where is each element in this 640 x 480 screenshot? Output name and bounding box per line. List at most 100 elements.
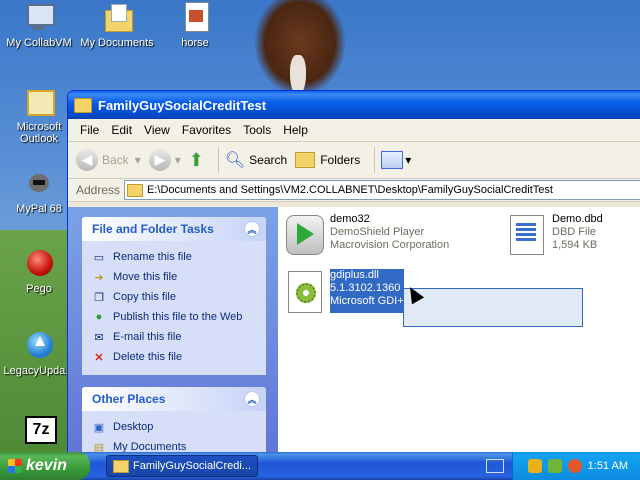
up-folder-button[interactable]: ⬆	[189, 150, 204, 171]
selection-rectangle	[403, 288, 583, 327]
dbd-file-icon	[506, 213, 546, 257]
collapse-chevron-icon[interactable]: ︽	[244, 391, 260, 407]
desktop-icon-my-documents[interactable]: My Documents	[78, 2, 156, 49]
update-globe-icon	[23, 330, 55, 362]
desktop-icon-my-collabvm[interactable]: My CollabVM	[0, 2, 78, 49]
task-label: Move this file	[113, 271, 178, 283]
up-folder-icon: ⬆	[188, 149, 204, 170]
file-item-gdiplus[interactable]: gdiplus.dll 5.1.3102.1360 Microsoft GDI+	[284, 269, 404, 313]
toolbar-separator	[374, 147, 376, 173]
copy-icon: ❐	[94, 291, 104, 304]
panel-body: ▭ Rename this file ➜ Move this file ❐ Co…	[82, 241, 266, 375]
desktop-icon-label: My CollabVM	[6, 37, 72, 49]
place-desktop[interactable]: ▣ Desktop	[92, 417, 258, 437]
file-details: Demo.dbd DBD File 1,594 KB	[552, 213, 603, 257]
forward-button[interactable]: ▶ ▾	[148, 149, 181, 171]
rename-icon: ▭	[93, 251, 105, 264]
task-move[interactable]: ➜ Move this file	[92, 267, 258, 287]
menu-file[interactable]: File	[74, 123, 105, 137]
menu-help[interactable]: Help	[277, 123, 314, 137]
address-input[interactable]: E:\Documents and Settings\VM2.COLLABNET\…	[124, 180, 640, 200]
raccoon-icon	[23, 168, 55, 200]
task-pane: File and Folder Tasks ︽ ▭ Rename this fi…	[68, 207, 278, 453]
desktop-icon: ▣	[93, 421, 105, 434]
address-label: Address	[76, 183, 121, 197]
task-email[interactable]: ✉ E-mail this file	[92, 327, 258, 347]
file-type: DemoShield Player	[330, 226, 425, 238]
file-type: DBD File	[552, 226, 597, 238]
start-label: kevin	[26, 457, 67, 474]
task-rename[interactable]: ▭ Rename this file	[92, 247, 258, 267]
search-button[interactable]: 🔍︎ Search	[225, 150, 287, 170]
menu-tools[interactable]: Tools	[237, 123, 277, 137]
task-publish[interactable]: ● Publish this file to the Web	[92, 307, 258, 327]
desktop-icon-label: horse	[181, 37, 209, 49]
back-button[interactable]: ◀ Back ▾	[76, 149, 141, 171]
file-company: Macrovision Corporation	[330, 239, 450, 251]
views-button[interactable]: ▾	[381, 151, 411, 169]
task-label: Copy this file	[113, 291, 176, 303]
forward-arrow-icon: ▶	[148, 149, 171, 171]
folders-button[interactable]: Folders	[295, 152, 360, 168]
file-name: demo32	[330, 213, 370, 225]
place-label: Desktop	[113, 421, 154, 433]
menu-edit[interactable]: Edit	[105, 123, 138, 137]
network-icon[interactable]	[547, 459, 562, 473]
search-label: Search	[249, 153, 288, 167]
panel-header[interactable]: File and Folder Tasks ︽	[82, 217, 266, 241]
windows-logo-icon	[8, 459, 22, 473]
file-folder-tasks-panel: File and Folder Tasks ︽ ▭ Rename this fi…	[82, 217, 266, 375]
task-label: Rename this file	[113, 251, 192, 263]
system-tray: 1:51 AM	[512, 452, 640, 480]
desktop-icon-horse[interactable]: horse	[156, 2, 234, 49]
wallpaper-horse-blaze	[290, 55, 306, 95]
7z-icon: 7z	[23, 414, 57, 446]
taskbar: kevin FamilyGuySocialCredi... 1:51 AM	[0, 452, 640, 480]
toolbar: ◀ Back ▾ ▶ ▾ ⬆ 🔍︎ Search Folders ▾	[68, 142, 640, 179]
taskbar-window-label: FamilyGuySocialCredi...	[133, 460, 251, 472]
address-bar: Address E:\Documents and Settings\VM2.CO…	[68, 179, 640, 202]
dll-gear-icon	[284, 269, 324, 313]
file-details: gdiplus.dll 5.1.3102.1360 Microsoft GDI+	[330, 269, 404, 313]
chevron-down-icon: ▾	[134, 153, 141, 167]
explorer-window: FamilyGuySocialCreditTest File Edit View…	[67, 90, 640, 454]
toolbar-separator	[217, 147, 219, 173]
address-text: E:\Documents and Settings\VM2.COLLABNET\…	[147, 184, 553, 196]
panel-header[interactable]: Other Places ︽	[82, 387, 266, 411]
chevron-down-icon: ▾	[174, 153, 181, 167]
panel-title: Other Places	[92, 392, 166, 406]
file-item-demo-dbd[interactable]: Demo.dbd DBD File 1,594 KB	[506, 213, 603, 257]
panel-title: File and Folder Tasks	[92, 222, 214, 236]
search-tray-icon[interactable]	[567, 459, 582, 473]
file-details: demo32 DemoShield Player Macrovision Cor…	[330, 213, 449, 257]
security-shield-icon[interactable]	[527, 459, 542, 473]
task-label: Publish this file to the Web	[113, 311, 243, 323]
file-item-demo32[interactable]: demo32 DemoShield Player Macrovision Cor…	[284, 213, 449, 257]
clock: 1:51 AM	[587, 460, 628, 472]
collapse-chevron-icon[interactable]: ︽	[244, 221, 260, 237]
keyboard-icon[interactable]	[486, 459, 504, 473]
start-button[interactable]: kevin	[0, 452, 90, 480]
window-titlebar[interactable]: FamilyGuySocialCreditTest	[68, 91, 640, 119]
outlook-icon	[23, 86, 55, 118]
views-icon	[381, 151, 404, 169]
other-places-panel: Other Places ︽ ▣ Desktop ▤ My Documents	[82, 387, 266, 453]
taskbar-window-button[interactable]: FamilyGuySocialCredi...	[106, 455, 258, 477]
window-title: FamilyGuySocialCreditTest	[98, 97, 267, 113]
window-body: File and Folder Tasks ︽ ▭ Rename this fi…	[68, 207, 640, 453]
folders-icon	[295, 152, 316, 168]
menu-view[interactable]: View	[138, 123, 176, 137]
menu-favorites[interactable]: Favorites	[176, 123, 237, 137]
email-icon: ✉	[94, 331, 104, 344]
folders-label: Folders	[320, 153, 361, 167]
search-icon: 🔍︎	[224, 152, 246, 169]
task-delete[interactable]: ✕ Delete this file	[92, 347, 258, 367]
chevron-down-icon: ▾	[405, 153, 412, 167]
task-copy[interactable]: ❐ Copy this file	[92, 287, 258, 307]
task-label: Delete this file	[113, 351, 183, 363]
desktop-icon-label: My Documents	[80, 37, 154, 49]
file-size: 1,594 KB	[552, 239, 598, 251]
panel-body: ▣ Desktop ▤ My Documents	[82, 411, 266, 453]
documents-folder-icon	[101, 2, 133, 34]
globe-icon: ●	[95, 311, 103, 323]
